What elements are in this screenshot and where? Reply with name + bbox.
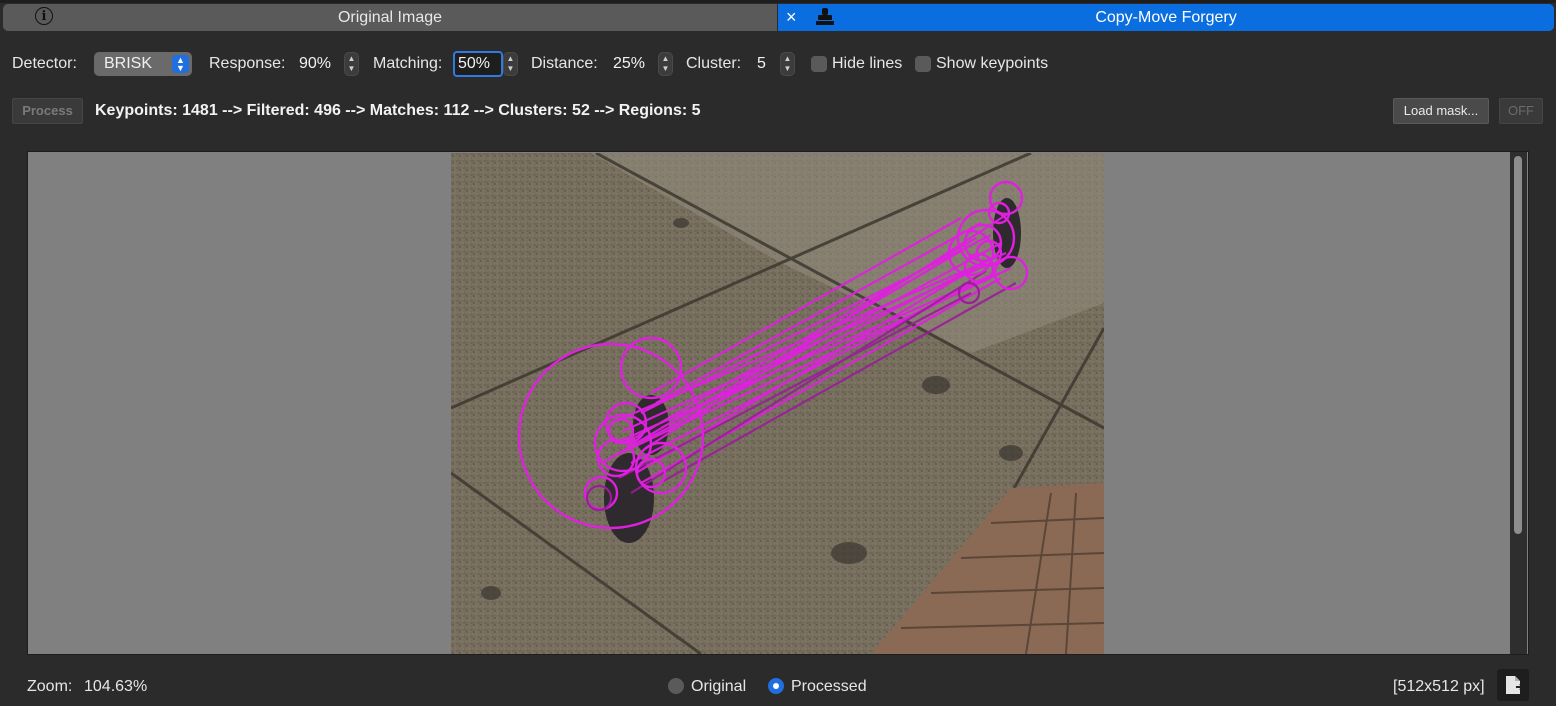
zoom-value: 104.63% [84,678,148,695]
export-button[interactable] [1497,669,1529,701]
hide-lines-checkbox[interactable] [811,56,827,72]
export-icon [1506,676,1525,694]
zoom-label: Zoom: [27,678,73,695]
distance-stepper[interactable]: ▲ ▼ [658,52,673,76]
detector-label: Detector: [12,55,77,72]
vertical-scrollbar[interactable] [1510,152,1527,654]
radio-original[interactable] [668,678,684,694]
tab-copy-move-forgery-label: Copy-Move Forgery [1095,8,1237,26]
info-icon[interactable]: i [35,7,53,25]
image-size-label: [512x512 px] [1393,678,1485,695]
response-stepper[interactable]: ▲ ▼ [344,52,359,76]
distance-label: Distance: [531,55,598,72]
tab-copy-move-forgery[interactable]: × Copy-Move Forgery [778,4,1554,31]
show-keypoints-checkbox[interactable] [915,56,931,72]
cluster-label: Cluster: [686,55,742,72]
processed-image [451,153,1104,654]
matching-label: Matching: [373,55,443,72]
scrollbar-thumb[interactable] [1514,156,1522,534]
detector-select[interactable]: BRISK ▲ ▼ [94,52,192,76]
process-button[interactable]: Process [12,98,83,124]
show-keypoints-label: Show keypoints [936,55,1049,72]
radio-processed-label: Processed [791,678,867,695]
response-label: Response: [209,55,286,72]
load-mask-button[interactable]: Load mask... [1393,98,1489,124]
status-text: Keypoints: 1481 --> Filtered: 496 --> Ma… [95,102,701,119]
close-icon[interactable]: × [786,7,797,27]
matching-stepper[interactable]: ▲ ▼ [503,52,518,76]
cluster-stepper[interactable]: ▲ ▼ [780,52,795,76]
tab-bar: i Original Image × Copy-Move Forgery [0,0,1556,34]
off-button[interactable]: OFF [1499,98,1543,124]
window-top-edge [0,0,1556,3]
hide-lines-label: Hide lines [832,55,903,72]
tab-original-image-label: Original Image [337,8,443,26]
radio-original-label: Original [691,678,747,695]
chevron-updown-icon: ▲ ▼ [172,55,189,73]
tab-original-image[interactable]: i Original Image [3,4,777,31]
distance-value[interactable]: 25% [613,55,645,73]
response-value[interactable]: 90% [299,55,331,73]
detector-select-value: BRISK [104,55,153,72]
cluster-value[interactable]: 5 [757,55,766,73]
stamp-icon [816,8,834,25]
matching-value[interactable]: 50% [458,55,490,73]
radio-processed[interactable] [768,678,784,694]
